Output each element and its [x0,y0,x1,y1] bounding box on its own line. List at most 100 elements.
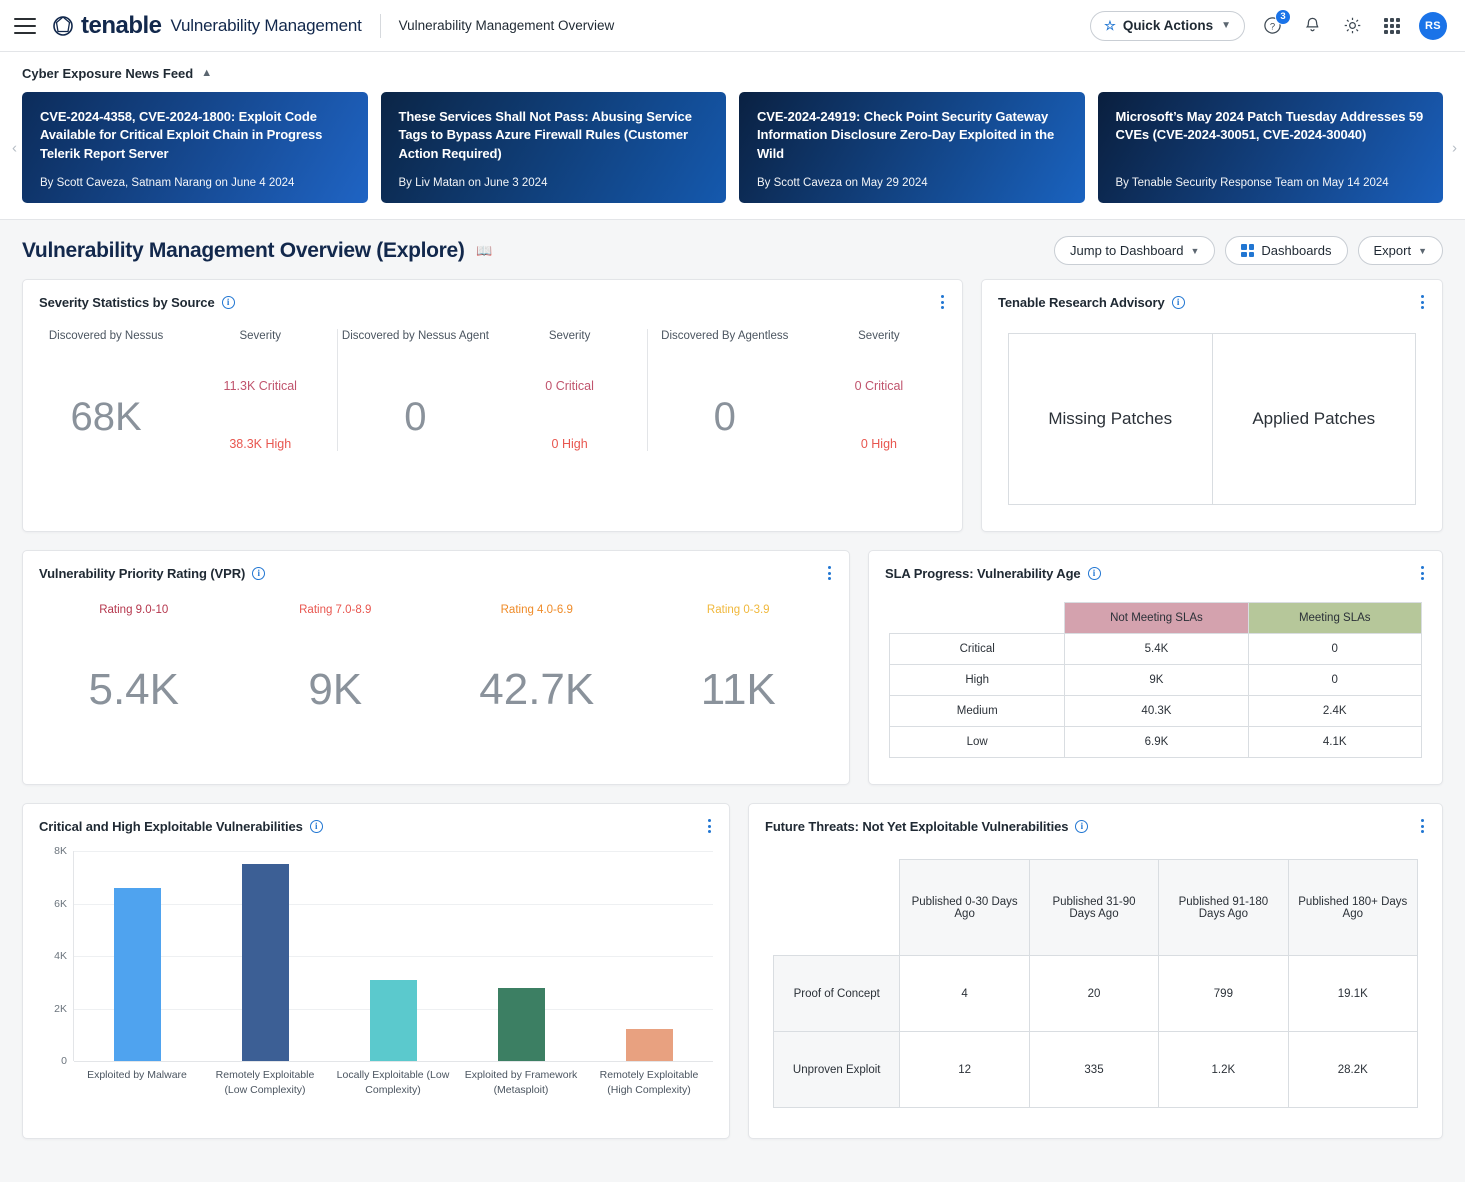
advisory-body: Missing Patches Applied Patches [982,311,1442,531]
vpr-body: Rating 9.0-10 5.4K Rating 7.0-8.9 9K Rat… [23,582,849,748]
vpr-value[interactable]: 11K [701,668,776,712]
brand-name: tenable [81,12,162,40]
table-cell[interactable]: 799 [1159,956,1288,1032]
high-value[interactable]: 38.3K High [229,437,291,451]
source-value[interactable]: 0 [404,397,426,437]
nav-right-controls: ☆ Quick Actions ▼ ? 3 RS [1090,11,1447,41]
news-card[interactable]: These Services Shall Not Pass: Abusing S… [381,92,727,203]
nav-divider [380,14,381,38]
severity-breakdown-column: Severity 11.3K Critical 38.3K High [183,329,337,451]
dashboards-label: Dashboards [1261,243,1331,258]
news-card-carousel: ‹ CVE-2024-4358, CVE-2024-1800: Exploit … [0,92,1465,203]
panel-menu-button[interactable] [826,564,833,582]
table-cell[interactable]: 12 [900,1032,1029,1108]
panel-title: SLA Progress: Vulnerability Age [885,566,1081,581]
critical-value[interactable]: 11.3K Critical [224,379,297,393]
cell-not-meeting[interactable]: 9K [1065,665,1248,696]
cell-meeting[interactable]: 4.1K [1248,727,1422,758]
row-label: Medium [890,696,1065,727]
vpr-value[interactable]: 5.4K [88,668,179,712]
cell-not-meeting[interactable]: 5.4K [1065,634,1248,665]
news-card[interactable]: Microsoft’s May 2024 Patch Tuesday Addre… [1098,92,1444,203]
high-value[interactable]: 0 High [552,437,588,451]
critical-value[interactable]: 0 Critical [545,379,594,393]
book-icon[interactable]: 📖 [476,243,492,259]
info-icon[interactable]: i [1075,820,1088,833]
panel-menu-button[interactable] [706,817,713,835]
cell-not-meeting[interactable]: 6.9K [1065,727,1248,758]
x-axis-tick-label: Exploited by Malware [73,1068,201,1096]
panel-menu-button[interactable] [1419,817,1426,835]
bar[interactable] [626,1029,673,1062]
brand-logo[interactable]: tenable Vulnerability Management [52,12,362,40]
vpr-value[interactable]: 9K [308,668,362,712]
row-label: High [890,665,1065,696]
info-icon[interactable]: i [1088,567,1101,580]
info-icon[interactable]: i [1172,296,1185,309]
carousel-next-arrow[interactable]: › [1452,139,1457,156]
carousel-prev-arrow[interactable]: ‹ [12,139,17,156]
dashboards-button[interactable]: Dashboards [1225,236,1347,265]
table-cell[interactable]: 1.2K [1159,1032,1288,1108]
bar[interactable] [498,988,545,1062]
info-icon[interactable]: i [222,296,235,309]
bar[interactable] [242,864,289,1061]
critical-value[interactable]: 0 Critical [855,379,904,393]
applied-patches-cell[interactable]: Applied Patches [1212,334,1416,504]
sla-table: Not Meeting SLAs Meeting SLAs Critical 5… [889,602,1422,758]
table-header-row: Published 0-30 Days Ago Published 31-90 … [774,860,1418,956]
notifications-bell-button[interactable] [1299,13,1325,39]
panel-header: SLA Progress: Vulnerability Age i [869,551,1442,582]
cell-meeting[interactable]: 0 [1248,634,1422,665]
help-button[interactable]: ? 3 [1259,13,1285,39]
table-cell[interactable]: 19.1K [1288,956,1417,1032]
vpr-label: Rating 0-3.9 [707,604,770,616]
jump-to-dashboard-label: Jump to Dashboard [1070,243,1183,258]
panel-menu-button[interactable] [939,293,946,311]
quick-actions-button[interactable]: ☆ Quick Actions ▼ [1090,11,1245,41]
hamburger-menu-icon[interactable] [14,18,36,34]
app-switcher-grid-button[interactable] [1379,13,1405,39]
source-value[interactable]: 68K [71,397,142,437]
vpr-item: Rating 0-3.9 11K [638,604,840,712]
dashboard-actions: Jump to Dashboard ▼ Dashboards Export ▼ [1054,236,1443,265]
news-card[interactable]: CVE-2024-24919: Check Point Security Gat… [739,92,1085,203]
info-icon[interactable]: i [252,567,265,580]
panel-title: Tenable Research Advisory [998,295,1165,310]
table-cell[interactable]: 28.2K [1288,1032,1417,1108]
severity-values: 0 Critical 0 High [802,361,956,451]
table-cell[interactable]: 335 [1029,1032,1158,1108]
vpr-value[interactable]: 42.7K [479,668,594,712]
avatar[interactable]: RS [1419,12,1447,40]
cell-meeting[interactable]: 0 [1248,665,1422,696]
table-cell[interactable]: 20 [1029,956,1158,1032]
panel-menu-button[interactable] [1419,293,1426,311]
panel-menu-button[interactable] [1419,564,1426,582]
info-icon[interactable]: i [310,820,323,833]
chevron-up-icon[interactable]: ▲ [201,67,212,79]
bar[interactable] [114,888,161,1061]
chevron-down-icon: ▼ [1418,246,1427,256]
source-value[interactable]: 0 [714,397,736,437]
news-card[interactable]: CVE-2024-4358, CVE-2024-1800: Exploit Co… [22,92,368,203]
bar-slot [457,851,585,1061]
panel-row-1: Severity Statistics by Source i Discover… [22,279,1443,532]
future-threats-table: Published 0-30 Days Ago Published 31-90 … [773,859,1418,1108]
missing-patches-cell[interactable]: Missing Patches [1009,334,1212,504]
x-axis-tick-label: Exploited by Framework (Metasploit) [457,1068,585,1096]
cell-meeting[interactable]: 2.4K [1248,696,1422,727]
severity-source-column: Discovered by Nessus Agent 0 [338,329,492,451]
table-cell[interactable]: 4 [900,956,1029,1032]
panel-exploitable-chart: Critical and High Exploitable Vulnerabil… [22,803,730,1139]
panel-header: Severity Statistics by Source i [23,280,962,311]
export-button[interactable]: Export ▼ [1358,236,1444,265]
settings-gear-button[interactable] [1339,13,1365,39]
x-axis-tick-label: Remotely Exploitable (High Complexity) [585,1068,713,1096]
grid-icon [1384,18,1400,34]
jump-to-dashboard-button[interactable]: Jump to Dashboard ▼ [1054,236,1215,265]
news-card-byline: By Tenable Security Response Team on May… [1116,163,1426,189]
corner-cell [890,603,1065,634]
high-value[interactable]: 0 High [861,437,897,451]
bar[interactable] [370,980,417,1061]
cell-not-meeting[interactable]: 40.3K [1065,696,1248,727]
